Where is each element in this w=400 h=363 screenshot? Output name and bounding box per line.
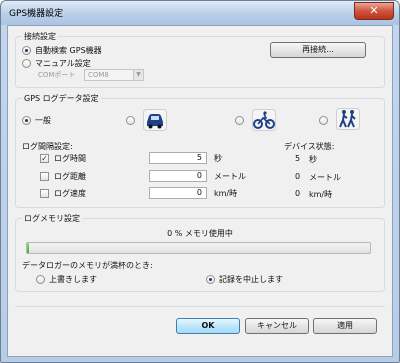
reconnect-button[interactable]: 再接続... bbox=[270, 42, 366, 58]
log-data-legend: GPS ログデータ設定 bbox=[22, 93, 101, 104]
close-icon: ✕ bbox=[369, 4, 379, 17]
mode-car-radio[interactable] bbox=[126, 116, 135, 125]
status-distance-unit: メートル bbox=[309, 173, 341, 182]
memory-legend: ログメモリ設定 bbox=[22, 213, 82, 224]
car-icon bbox=[143, 109, 167, 131]
auto-detect-radio[interactable] bbox=[22, 46, 31, 55]
interval-heading: ログ間隔設定: bbox=[22, 142, 73, 151]
log-speed-label: ログ速度 bbox=[54, 189, 86, 198]
status-speed-value: 0 bbox=[295, 189, 301, 198]
mode-hiking-radio[interactable] bbox=[319, 116, 328, 125]
manual-setting-radio[interactable] bbox=[22, 59, 31, 68]
log-speed-input[interactable]: 0 bbox=[149, 187, 207, 199]
overwrite-radio[interactable] bbox=[36, 275, 45, 284]
log-distance-label: ログ距離 bbox=[54, 172, 86, 181]
status-time-unit: 秒 bbox=[309, 155, 317, 164]
memory-usage-fill bbox=[27, 243, 29, 253]
memory-full-question: データロガーのメモリが満杯のとき: bbox=[22, 261, 153, 270]
status-distance-value: 0 bbox=[295, 172, 301, 181]
chevron-down-icon: ▼ bbox=[133, 70, 143, 80]
log-distance-unit: メートル bbox=[214, 172, 246, 181]
close-button[interactable]: ✕ bbox=[354, 2, 394, 20]
log-time-checkbox[interactable]: ✓ bbox=[40, 154, 49, 163]
mode-general-radio[interactable] bbox=[22, 116, 31, 125]
connection-legend: 接続設定 bbox=[22, 31, 58, 42]
comport-label: COMポート bbox=[38, 71, 76, 79]
status-time-value: 5 bbox=[295, 154, 301, 163]
comport-select[interactable]: COM8 ▼ bbox=[84, 69, 144, 81]
stop-recording-radio[interactable] bbox=[206, 275, 215, 284]
stop-recording-label: 記録を中止します bbox=[219, 275, 283, 284]
log-data-group: GPS ログデータ設定 一般 ログ間隔設定: デバイス状態: ✓ ログ時間 5 … bbox=[15, 93, 385, 208]
log-time-label: ログ時間 bbox=[54, 154, 86, 163]
log-speed-checkbox[interactable] bbox=[40, 189, 49, 198]
overwrite-label: 上書きします bbox=[49, 275, 97, 284]
window-title: GPS機器設定 bbox=[9, 9, 64, 19]
status-speed-unit: km/時 bbox=[309, 190, 333, 199]
footer-divider bbox=[15, 306, 385, 307]
manual-setting-label: マニュアル設定 bbox=[35, 59, 91, 68]
memory-usage-text: 0 % メモリ使用中 bbox=[167, 229, 233, 238]
comport-value: COM8 bbox=[88, 71, 109, 79]
mode-general-label: 一般 bbox=[35, 116, 51, 125]
memory-group: ログメモリ設定 0 % メモリ使用中 データロガーのメモリが満杯のとき: 上書き… bbox=[15, 213, 385, 292]
log-speed-unit: km/時 bbox=[214, 189, 238, 198]
memory-usage-bar bbox=[26, 242, 371, 254]
log-time-input[interactable]: 5 bbox=[149, 152, 207, 164]
bicycle-icon bbox=[252, 109, 276, 131]
mode-bicycle-radio[interactable] bbox=[235, 116, 244, 125]
auto-detect-label: 自動検索 GPS機器 bbox=[35, 46, 102, 55]
dialog-client: 接続設定 自動検索 GPS機器 マニュアル設定 COMポート COM8 ▼ 再接… bbox=[7, 25, 393, 357]
hikers-icon bbox=[336, 108, 360, 130]
log-time-unit: 秒 bbox=[214, 154, 222, 163]
connection-group: 接続設定 自動検索 GPS機器 マニュアル設定 COMポート COM8 ▼ 再接… bbox=[15, 31, 385, 88]
title-bar: GPS機器設定 ✕ bbox=[1, 1, 399, 25]
dialog-window: GPS機器設定 ✕ 接続設定 自動検索 GPS機器 マニュアル設定 COMポート… bbox=[0, 0, 400, 363]
apply-button[interactable]: 適用 bbox=[313, 318, 377, 334]
cancel-button[interactable]: キャンセル bbox=[245, 318, 309, 334]
device-status-heading: デバイス状態: bbox=[284, 142, 335, 151]
ok-button[interactable]: OK bbox=[176, 318, 240, 334]
log-distance-checkbox[interactable] bbox=[40, 172, 49, 181]
log-distance-input[interactable]: 0 bbox=[149, 170, 207, 182]
